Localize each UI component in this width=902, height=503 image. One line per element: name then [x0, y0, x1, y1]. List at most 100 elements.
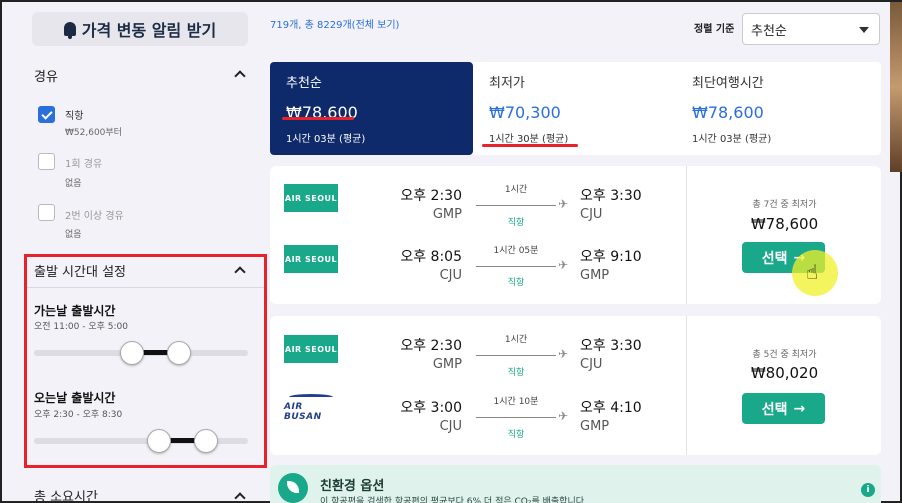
departure-section-title: 출발 시간대 설정: [34, 265, 126, 280]
stops-direct-price: ₩52,600부터: [65, 128, 122, 138]
arrow-right-icon: →: [793, 400, 806, 417]
departure-time: 오후 2:30: [400, 338, 462, 354]
airline-logo: AIR SEOUL: [284, 335, 338, 363]
flight-duration: 1시간 10분: [493, 397, 539, 407]
chevron-up-icon[interactable]: [234, 492, 246, 503]
flight-duration: 1시간: [504, 185, 528, 195]
plane-icon: ✈: [558, 347, 569, 361]
side-photo: [890, 2, 902, 172]
tab-name: 최저가: [489, 76, 525, 91]
direct-label: 직항: [507, 368, 525, 378]
stops-one-sub: 없음: [65, 179, 82, 189]
sort-tabs: 추천순 ₩78,600 1시간 03분 (평균) 최저가 ₩70,300 1시간…: [270, 62, 881, 155]
lowest-price-label: 총 7건 중 최저가: [752, 200, 817, 210]
airline-name: AIR SEOUL: [284, 193, 338, 203]
duration-section-title: 총 소요시간: [34, 490, 98, 503]
stops-two-sub: 없음: [65, 230, 82, 240]
tab-name: 최단여행시간: [692, 76, 764, 91]
tab-time: 1시간 03분 (평균): [286, 134, 366, 145]
arrival-airport: GMP: [580, 419, 610, 434]
stops-section-title: 경유: [34, 70, 58, 85]
return-time-range: 오후 2:30 - 오후 8:30: [34, 410, 123, 420]
results-count-link[interactable]: 719개, 총 8229개(전체 보기): [270, 16, 399, 31]
departure-airport: GMP: [432, 357, 462, 372]
departure-time: 오후 8:05: [400, 249, 462, 265]
red-underline-annotation: [282, 117, 354, 120]
departure-airport: CJU: [439, 419, 462, 434]
stops-one-checkbox[interactable]: [38, 153, 55, 170]
flight-duration: 1시간: [504, 335, 528, 345]
arrival-time: 오후 9:10: [580, 249, 642, 265]
airline-name: AIR SEOUL: [284, 344, 338, 354]
eco-option-banner[interactable]: 친환경 옵션 이 항공편을 검색한 항공편의 평균보다 6% 더 적은 CO₂를…: [270, 465, 881, 503]
price-alert-label: 가격 변동 알림 받기: [81, 21, 217, 40]
arrival-time: 오후 3:30: [580, 338, 642, 354]
return-time-label: 오는날 출발시간: [34, 391, 116, 405]
outbound-slider-max-handle[interactable]: [167, 341, 191, 365]
stops-direct-checkbox[interactable]: [38, 106, 55, 123]
outbound-time-range: 오전 11:00 - 오후 5:00: [34, 322, 128, 332]
tab-cheapest[interactable]: 최저가 ₩70,300 1시간 30분 (평균): [473, 62, 676, 155]
red-underline-annotation: [482, 144, 578, 147]
departure-time: 오후 3:00: [400, 400, 462, 416]
departure-time: 오후 2:30: [400, 188, 462, 204]
route-line: [476, 417, 556, 418]
lowest-price-label: 총 5건 중 최저가: [752, 350, 817, 360]
departure-airport: GMP: [432, 207, 462, 222]
direct-label: 직항: [507, 278, 525, 288]
leaf-icon: [278, 473, 308, 503]
sort-value: 추천순: [751, 24, 787, 39]
flight-card[interactable]: AIR SEOUL 오후 2:30 GMP 1시간 ✈ 직항 오후 3:30 C…: [270, 316, 881, 455]
outbound-time-label: 가는날 출발시간: [34, 304, 116, 318]
tab-price: ₩78,600: [692, 103, 764, 122]
tab-recommended[interactable]: 추천순 ₩78,600 1시간 03분 (평균): [270, 62, 473, 155]
arrival-time: 오후 4:10: [580, 400, 642, 416]
airline-name: AIR BUSAN: [284, 402, 322, 422]
select-button[interactable]: 선택 →: [742, 393, 825, 424]
departure-airport: CJU: [439, 268, 462, 283]
arrival-airport: CJU: [580, 207, 603, 222]
airbusan-swoosh-icon: [289, 394, 333, 400]
stops-direct-label: 직항: [65, 111, 84, 122]
route-line: [476, 266, 556, 267]
section-divider: [27, 287, 264, 288]
stops-two-checkbox[interactable]: [38, 204, 55, 221]
sort-select[interactable]: 추천순: [742, 13, 880, 45]
flight-duration: 1시간 05분: [493, 246, 539, 256]
card-divider: [686, 316, 687, 455]
caret-down-icon: [859, 27, 869, 33]
eco-title: 친환경 옵션: [320, 479, 385, 494]
chevron-up-icon[interactable]: [234, 70, 246, 82]
tab-time: 1시간 03분 (평균): [692, 134, 772, 145]
card-divider: [686, 166, 687, 304]
lowest-price: ₩80,020: [750, 364, 819, 382]
select-label: 선택: [761, 401, 788, 418]
return-slider-min-handle[interactable]: [147, 429, 171, 453]
return-slider-max-handle[interactable]: [194, 429, 218, 453]
tab-fastest[interactable]: 최단여행시간 ₩78,600 1시간 03분 (평균): [676, 62, 881, 155]
bell-icon: [63, 22, 76, 39]
info-icon[interactable]: i: [861, 483, 875, 497]
arrival-airport: CJU: [580, 357, 603, 372]
plane-icon: ✈: [558, 409, 569, 423]
direct-label: 직항: [507, 430, 525, 440]
route-line: [476, 205, 556, 206]
price-alert-button[interactable]: 가격 변동 알림 받기: [32, 12, 248, 46]
stops-two-label: 2번 이상 경유: [65, 211, 124, 222]
tab-time: 1시간 30분 (평균): [489, 134, 569, 145]
flight-card[interactable]: AIR SEOUL 오후 2:30 GMP 1시간 ✈ 직항 오후 3:30 C…: [270, 166, 881, 304]
arrival-airport: GMP: [580, 268, 610, 283]
airline-logo: AIR BUSAN: [284, 394, 338, 422]
airline-name: AIR SEOUL: [284, 254, 338, 264]
stops-one-label: 1회 경유: [65, 159, 103, 170]
select-label: 선택: [761, 250, 788, 267]
sort-label: 정렬 기준: [694, 24, 735, 35]
tab-name: 추천순: [286, 76, 322, 91]
hand-pointer-icon: ☝: [806, 260, 819, 284]
eco-description: 이 항공편을 검색한 항공편의 평균보다 6% 더 적은 CO₂를 배출합니다: [320, 497, 585, 503]
tab-price: ₩70,300: [489, 103, 561, 122]
plane-icon: ✈: [558, 197, 569, 211]
airline-logo: AIR SEOUL: [284, 245, 338, 273]
outbound-slider-min-handle[interactable]: [120, 341, 144, 365]
direct-label: 직항: [507, 218, 525, 228]
